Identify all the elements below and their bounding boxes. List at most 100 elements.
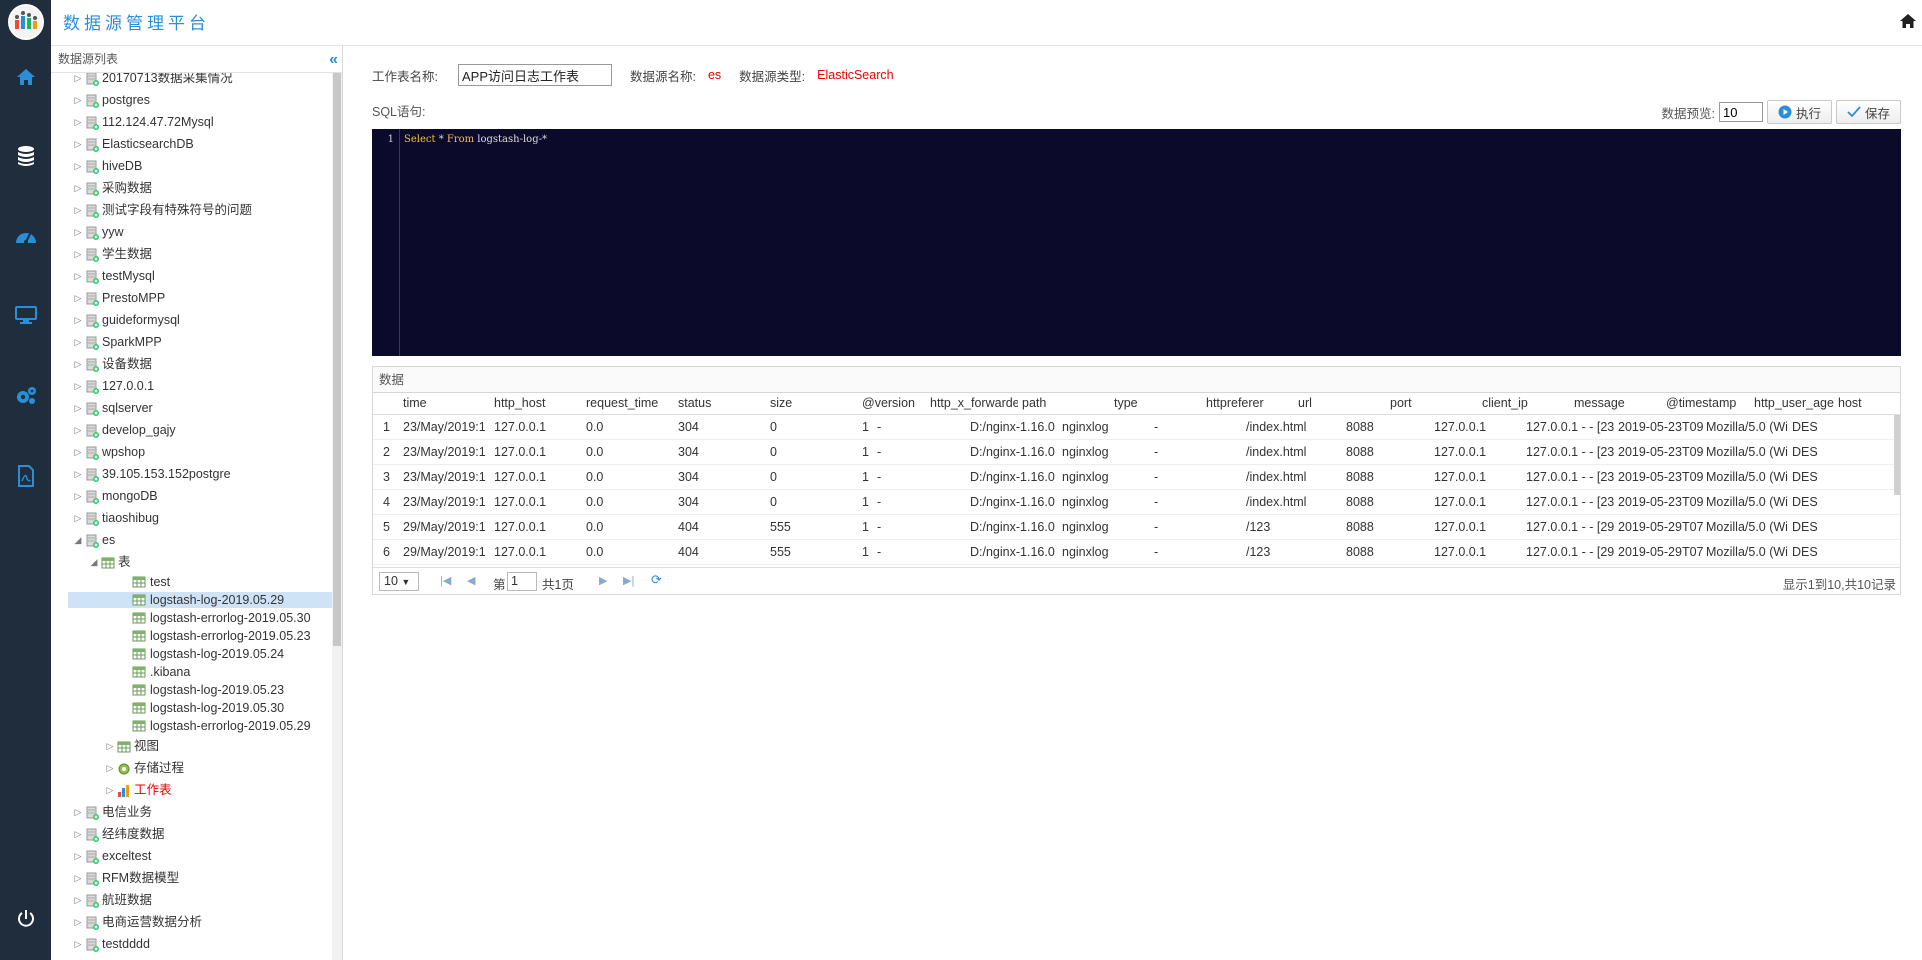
monitor-icon[interactable] (13, 302, 39, 328)
expand-toggle-icon[interactable]: ▷ (105, 735, 115, 757)
expand-toggle-icon[interactable]: ▷ (73, 331, 83, 353)
tree-node-datasource[interactable]: ▷ postgres (51, 89, 333, 111)
expand-toggle-icon[interactable]: ▷ (73, 177, 83, 199)
grid-column-header[interactable]: http_host (494, 396, 582, 410)
tree-node-datasource[interactable]: ▷ ElasticsearchDB (51, 133, 333, 155)
tree-node-table[interactable]: logstash-errorlog-2019.05.23 (51, 627, 333, 645)
tree-node-datasource[interactable]: ▷ 航班数据 (51, 889, 333, 911)
tree-node-table[interactable]: .kibana (51, 663, 333, 681)
grid-column-header[interactable]: client_ip (1482, 396, 1570, 410)
settings-icon[interactable] (13, 383, 39, 409)
tree-node-table[interactable]: logstash-log-2019.05.23 (51, 681, 333, 699)
preview-count-input[interactable] (1718, 102, 1763, 122)
grid-column-header[interactable]: httpreferer (1206, 396, 1294, 410)
table-row[interactable]: 5 29/May/2019:1 127.0.0.1 0.0 404 555 1- D:/ngi… (373, 515, 1900, 540)
expand-toggle-icon[interactable]: ▷ (73, 845, 83, 867)
expand-toggle-icon[interactable]: ▷ (73, 933, 83, 955)
grid-column-header[interactable]: request_time (586, 396, 674, 410)
tree-node-datasource[interactable]: ▷ SparkMPP (51, 331, 333, 353)
tree-node-table[interactable]: logstash-log-2019.05.24 (51, 645, 333, 663)
pdf-icon[interactable] (13, 463, 39, 489)
home-icon[interactable] (13, 64, 39, 90)
tree-node-table[interactable]: logstash-log-2019.05.29 (51, 591, 333, 609)
tree-node-datasource[interactable]: ▷ 电商运营数据分析 (51, 911, 333, 933)
tree-node-datasource[interactable]: ▷ testdddd (51, 933, 333, 955)
expand-toggle-icon[interactable]: ▷ (73, 309, 83, 331)
expand-toggle-icon[interactable]: ▷ (73, 353, 83, 375)
tree-node-datasource[interactable]: ▷ wpshop (51, 441, 333, 463)
tree-node-table[interactable]: logstash-log-2019.05.30 (51, 699, 333, 717)
table-row[interactable]: 4 23/May/2019:1 127.0.0.1 0.0 304 0 1- D:/nginx… (373, 490, 1900, 515)
tree-node-datasource[interactable]: ▷ tiaoshibug (51, 507, 333, 529)
table-row[interactable]: 1 23/May/2019:1 127.0.0.1 0.0 304 0 1- D:/nginx… (373, 415, 1900, 440)
table-row[interactable]: 3 23/May/2019:1 127.0.0.1 0.0 304 0 1- D:/nginx… (373, 465, 1900, 490)
tree-node-datasource[interactable]: ▷ 测试字段有特殊符号的问题 (51, 199, 333, 221)
tree-node-procs-folder[interactable]: ▷ 存储过程 (51, 757, 333, 779)
tree-node-datasource[interactable]: ▷ sqlserver (51, 397, 333, 419)
grid-scrollbar[interactable] (1894, 415, 1900, 495)
expand-toggle-icon[interactable]: ▷ (73, 375, 83, 397)
tree-node-datasource[interactable]: ▷ 采购数据 (51, 177, 333, 199)
expand-toggle-icon[interactable]: ▷ (73, 199, 83, 221)
expand-toggle-icon[interactable]: ▷ (73, 507, 83, 529)
expand-toggle-icon[interactable]: ▷ (73, 463, 83, 485)
expand-toggle-icon[interactable]: ▷ (105, 757, 115, 779)
grid-column-header[interactable]: http_user_agen (1754, 396, 1834, 410)
expand-toggle-icon[interactable]: ▷ (73, 287, 83, 309)
first-page-icon[interactable]: |◀ (440, 574, 451, 587)
expand-toggle-icon[interactable]: ▷ (73, 911, 83, 933)
tree-scrollbar[interactable] (332, 73, 342, 960)
grid-column-header[interactable]: url (1298, 396, 1386, 410)
tree-node-datasource[interactable]: ▷ 电信业务 (51, 801, 333, 823)
tree-node-datasource[interactable]: ▷ hiveDB (51, 155, 333, 177)
collapse-icon[interactable]: « (329, 46, 338, 73)
tree-node-datasource[interactable]: ▷ exceltest (51, 845, 333, 867)
home-icon[interactable] (1900, 14, 1916, 31)
database-icon[interactable] (13, 143, 39, 169)
grid-column-header[interactable]: port (1390, 396, 1478, 410)
tree-node-table[interactable]: test (51, 573, 333, 591)
expand-toggle-icon[interactable]: ▷ (73, 419, 83, 441)
table-row[interactable]: 6 29/May/2019:1 127.0.0.1 0.0 404 555 1- D:/ngi… (373, 540, 1900, 565)
tree-node-datasource[interactable]: ▷ mongoDB (51, 485, 333, 507)
grid-column-header[interactable]: @timestamp (1666, 396, 1750, 410)
page-size-select[interactable]: 10 ▼ (379, 572, 419, 591)
expand-toggle-icon[interactable]: ▷ (73, 133, 83, 155)
last-page-icon[interactable]: ▶| (623, 574, 634, 587)
tree-node-datasource[interactable]: ▷ guideformysql (51, 309, 333, 331)
grid-column-header[interactable]: path (1022, 396, 1110, 410)
refresh-icon[interactable]: ⟳ (651, 572, 662, 588)
tree-node-table[interactable]: logstash-errorlog-2019.05.30 (51, 609, 333, 627)
save-button[interactable]: 保存 (1835, 100, 1901, 124)
tree-node-worktable-folder[interactable]: ▷ 工作表 (51, 779, 333, 801)
grid-column-header[interactable]: host (1838, 396, 1896, 410)
collapse-toggle-icon[interactable]: ◢ (73, 529, 83, 551)
power-icon[interactable] (13, 906, 39, 932)
expand-toggle-icon[interactable]: ▷ (73, 485, 83, 507)
tree-node-tables-folder[interactable]: ◢ 表 (51, 551, 333, 573)
grid-column-header[interactable]: type (1114, 396, 1202, 410)
expand-toggle-icon[interactable]: ▷ (73, 397, 83, 419)
grid-column-header[interactable]: http_x_forwarde (930, 396, 1018, 410)
expand-toggle-icon[interactable]: ▷ (73, 801, 83, 823)
grid-column-header[interactable]: time (403, 396, 490, 410)
expand-toggle-icon[interactable]: ▷ (73, 89, 83, 111)
expand-toggle-icon[interactable]: ▷ (73, 867, 83, 889)
tree-node-datasource[interactable]: ▷ 39.105.153.152postgre (51, 463, 333, 485)
expand-toggle-icon[interactable]: ▷ (73, 155, 83, 177)
tree-node-datasource[interactable]: ▷ PrestoMPP (51, 287, 333, 309)
grid-column-header[interactable]: status (678, 396, 766, 410)
expand-toggle-icon[interactable]: ▷ (73, 243, 83, 265)
sql-editor[interactable]: 1 Select * From logstash-log-* (372, 129, 1901, 356)
grid-column-header[interactable]: message (1574, 396, 1662, 410)
tree-node-datasource[interactable]: ▷ develop_gajy (51, 419, 333, 441)
tree-node-views-folder[interactable]: ▷ 视图 (51, 735, 333, 757)
tree-node-datasource[interactable]: ▷ 设备数据 (51, 353, 333, 375)
tree-node-datasource[interactable]: ▷ 20170713数据采集情况 (51, 73, 333, 89)
expand-toggle-icon[interactable]: ▷ (105, 779, 115, 801)
tree-node-datasource[interactable]: ▷ yyw (51, 221, 333, 243)
next-page-icon[interactable]: ▶ (599, 574, 607, 587)
grid-column-header[interactable]: size (770, 396, 858, 410)
tree-node-datasource[interactable]: ▷ RFM数据模型 (51, 867, 333, 889)
table-row[interactable]: 2 23/May/2019:1 127.0.0.1 0.0 304 0 1- D:/nginx… (373, 440, 1900, 465)
